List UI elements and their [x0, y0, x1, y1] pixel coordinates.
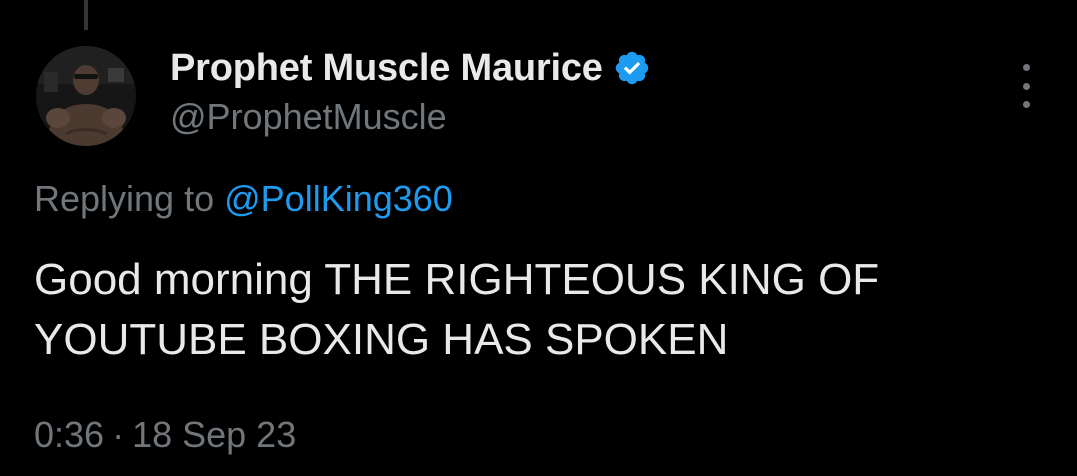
more-dot	[1022, 64, 1030, 71]
avatar[interactable]	[36, 46, 136, 146]
reply-mention-link[interactable]: @PollKing360	[224, 178, 453, 219]
author-name-row: Prophet Muscle Maurice	[170, 44, 651, 92]
replying-to-label: Replying to	[34, 178, 215, 219]
more-options-icon[interactable]	[1008, 64, 1044, 108]
author-display-name[interactable]: Prophet Muscle Maurice	[170, 47, 603, 90]
thread-connector-line	[84, 0, 88, 30]
verified-badge-icon[interactable]	[613, 49, 651, 87]
tweet-text: Good morning THE RIGHTEOUS KING OF YOUTU…	[34, 255, 880, 364]
more-dot	[1022, 82, 1030, 90]
author-handle[interactable]: @ProphetMuscle	[170, 96, 447, 138]
timestamp-separator: ·	[112, 414, 125, 455]
tweet-time: 0:36	[34, 414, 105, 455]
tweet-timestamp[interactable]: 0:36 · 18 Sep 23	[34, 414, 296, 456]
reply-context: Replying to @PollKing360	[34, 178, 453, 220]
more-dot	[1022, 101, 1030, 108]
tweet-date: 18 Sep 23	[132, 414, 297, 455]
avatar-photo-icon	[36, 46, 136, 146]
